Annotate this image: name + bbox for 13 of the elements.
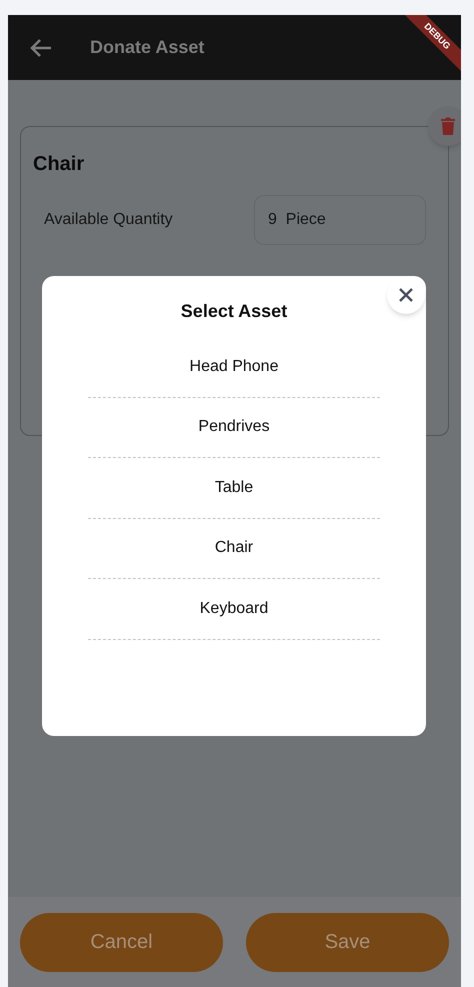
quantity-field[interactable]: 9 Piece [254, 195, 426, 245]
trash-icon [441, 117, 455, 135]
asset-option[interactable]: Keyboard [88, 579, 380, 640]
asset-option[interactable]: Pendrives [88, 398, 380, 458]
asset-option[interactable]: Head Phone [88, 337, 380, 398]
asset-name: Chair [33, 152, 86, 177]
close-icon [398, 287, 414, 303]
quantity-label: Available Quantity [44, 210, 174, 230]
asset-option[interactable]: Table [88, 458, 380, 518]
back-arrow-icon[interactable] [30, 38, 52, 58]
dialog-title: Select Asset [180, 300, 288, 323]
screen-title: Donate Asset [90, 36, 204, 59]
asset-option[interactable]: Chair [88, 518, 380, 579]
